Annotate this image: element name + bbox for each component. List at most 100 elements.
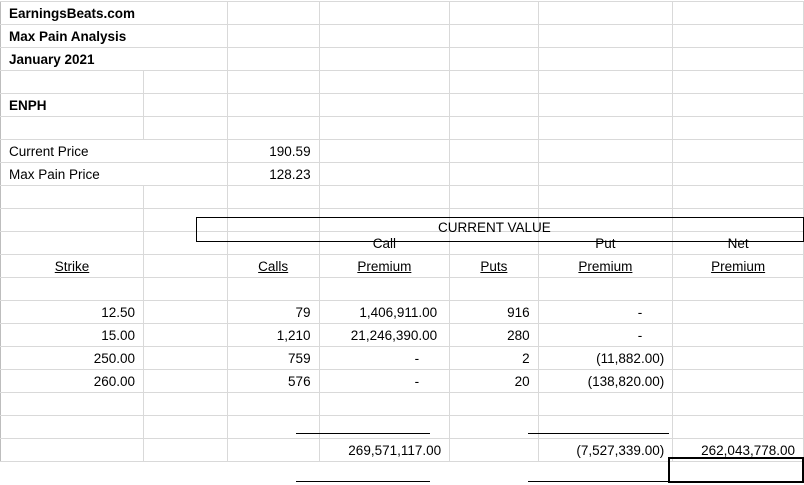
cell[interactable] — [0, 70, 145, 94]
cell[interactable] — [449, 47, 539, 71]
cell[interactable] — [672, 47, 804, 71]
cell[interactable] — [319, 139, 451, 163]
cell[interactable] — [672, 24, 804, 48]
cell[interactable] — [538, 139, 674, 163]
cell[interactable] — [143, 47, 228, 71]
cell[interactable] — [672, 277, 804, 301]
cell[interactable] — [319, 277, 451, 301]
cell[interactable] — [319, 162, 451, 186]
cell[interactable]: 12.50 — [0, 300, 145, 324]
cell[interactable] — [143, 116, 228, 140]
cell[interactable] — [449, 1, 539, 25]
cell[interactable]: 576 — [227, 369, 320, 393]
cell[interactable]: Puts — [449, 254, 539, 278]
cell[interactable]: - — [538, 300, 674, 324]
cell[interactable]: - — [319, 346, 451, 370]
cell[interactable]: (7,527,339.00) — [538, 438, 674, 462]
cell[interactable] — [538, 1, 674, 25]
cell[interactable]: 250.00 — [0, 346, 145, 370]
cell[interactable] — [319, 24, 451, 48]
cell[interactable] — [227, 415, 320, 439]
cell[interactable]: 79 — [227, 300, 320, 324]
cell[interactable] — [143, 392, 228, 416]
cell[interactable] — [143, 323, 228, 347]
cell[interactable]: Current Price — [0, 139, 144, 163]
cell[interactable] — [449, 277, 539, 301]
cell[interactable] — [538, 93, 674, 117]
cell[interactable]: Premium — [319, 254, 451, 278]
cell[interactable]: 916 — [449, 300, 539, 324]
cell[interactable] — [227, 93, 320, 117]
cell[interactable] — [143, 346, 228, 370]
cell[interactable]: Calls — [227, 254, 320, 278]
cell[interactable] — [319, 1, 451, 25]
cell[interactable] — [227, 116, 320, 140]
cell[interactable]: ENPH — [0, 93, 145, 117]
cell[interactable] — [449, 24, 539, 48]
cell[interactable]: 269,571,117.00 — [319, 438, 451, 462]
cell[interactable] — [143, 254, 228, 278]
cell[interactable] — [449, 70, 539, 94]
cell[interactable] — [0, 415, 145, 439]
cell[interactable] — [319, 47, 451, 71]
cell[interactable]: 128.23 — [227, 162, 320, 186]
cell[interactable] — [143, 415, 228, 439]
cell[interactable] — [143, 277, 228, 301]
cell[interactable] — [143, 185, 228, 209]
cell[interactable] — [143, 438, 228, 462]
cell[interactable] — [672, 369, 804, 393]
cell[interactable]: 260.00 — [0, 369, 145, 393]
cell[interactable] — [319, 185, 451, 209]
cell[interactable] — [0, 185, 145, 209]
cell[interactable] — [672, 1, 804, 25]
cell[interactable] — [538, 24, 674, 48]
cell[interactable] — [538, 70, 674, 94]
cell[interactable] — [319, 70, 451, 94]
cell[interactable] — [449, 438, 539, 462]
cell[interactable] — [538, 47, 674, 71]
cell[interactable] — [0, 392, 145, 416]
cell[interactable] — [672, 93, 804, 117]
cell[interactable] — [143, 300, 228, 324]
cell[interactable]: 1,210 — [227, 323, 320, 347]
cell[interactable] — [143, 162, 228, 186]
cell[interactable] — [538, 392, 674, 416]
cell[interactable]: Max Pain Analysis — [0, 24, 144, 48]
cell[interactable] — [227, 438, 320, 462]
cell[interactable]: 15.00 — [0, 323, 145, 347]
cell[interactable] — [227, 47, 320, 71]
cell[interactable] — [227, 277, 320, 301]
cell[interactable] — [227, 70, 320, 94]
cell[interactable]: Premium — [538, 254, 674, 278]
cell[interactable] — [319, 415, 451, 439]
cell[interactable] — [0, 438, 145, 462]
cell[interactable]: Premium — [672, 254, 804, 278]
cell[interactable] — [0, 277, 145, 301]
cell[interactable] — [672, 323, 804, 347]
cell[interactable] — [143, 139, 228, 163]
cell[interactable] — [449, 415, 539, 439]
cell[interactable] — [0, 208, 145, 232]
cell[interactable] — [538, 415, 674, 439]
cell[interactable] — [227, 24, 320, 48]
cell[interactable] — [319, 93, 451, 117]
cell[interactable] — [672, 116, 804, 140]
cell[interactable] — [672, 70, 804, 94]
cell[interactable]: 21,246,390.00 — [319, 323, 451, 347]
cell[interactable] — [143, 93, 228, 117]
cell[interactable] — [143, 70, 228, 94]
cell[interactable]: 1,406,911.00 — [319, 300, 451, 324]
cell[interactable] — [672, 392, 804, 416]
cell[interactable] — [538, 162, 674, 186]
cell[interactable] — [227, 1, 320, 25]
cell[interactable] — [449, 392, 539, 416]
cell[interactable] — [538, 277, 674, 301]
cell[interactable] — [449, 116, 539, 140]
cell[interactable] — [0, 116, 145, 140]
cell[interactable] — [227, 392, 320, 416]
cell[interactable]: (11,882.00) — [538, 346, 674, 370]
cell[interactable] — [143, 1, 228, 25]
cell[interactable]: 20 — [449, 369, 539, 393]
cell[interactable] — [143, 369, 228, 393]
cell[interactable]: Max Pain Price — [0, 162, 144, 186]
